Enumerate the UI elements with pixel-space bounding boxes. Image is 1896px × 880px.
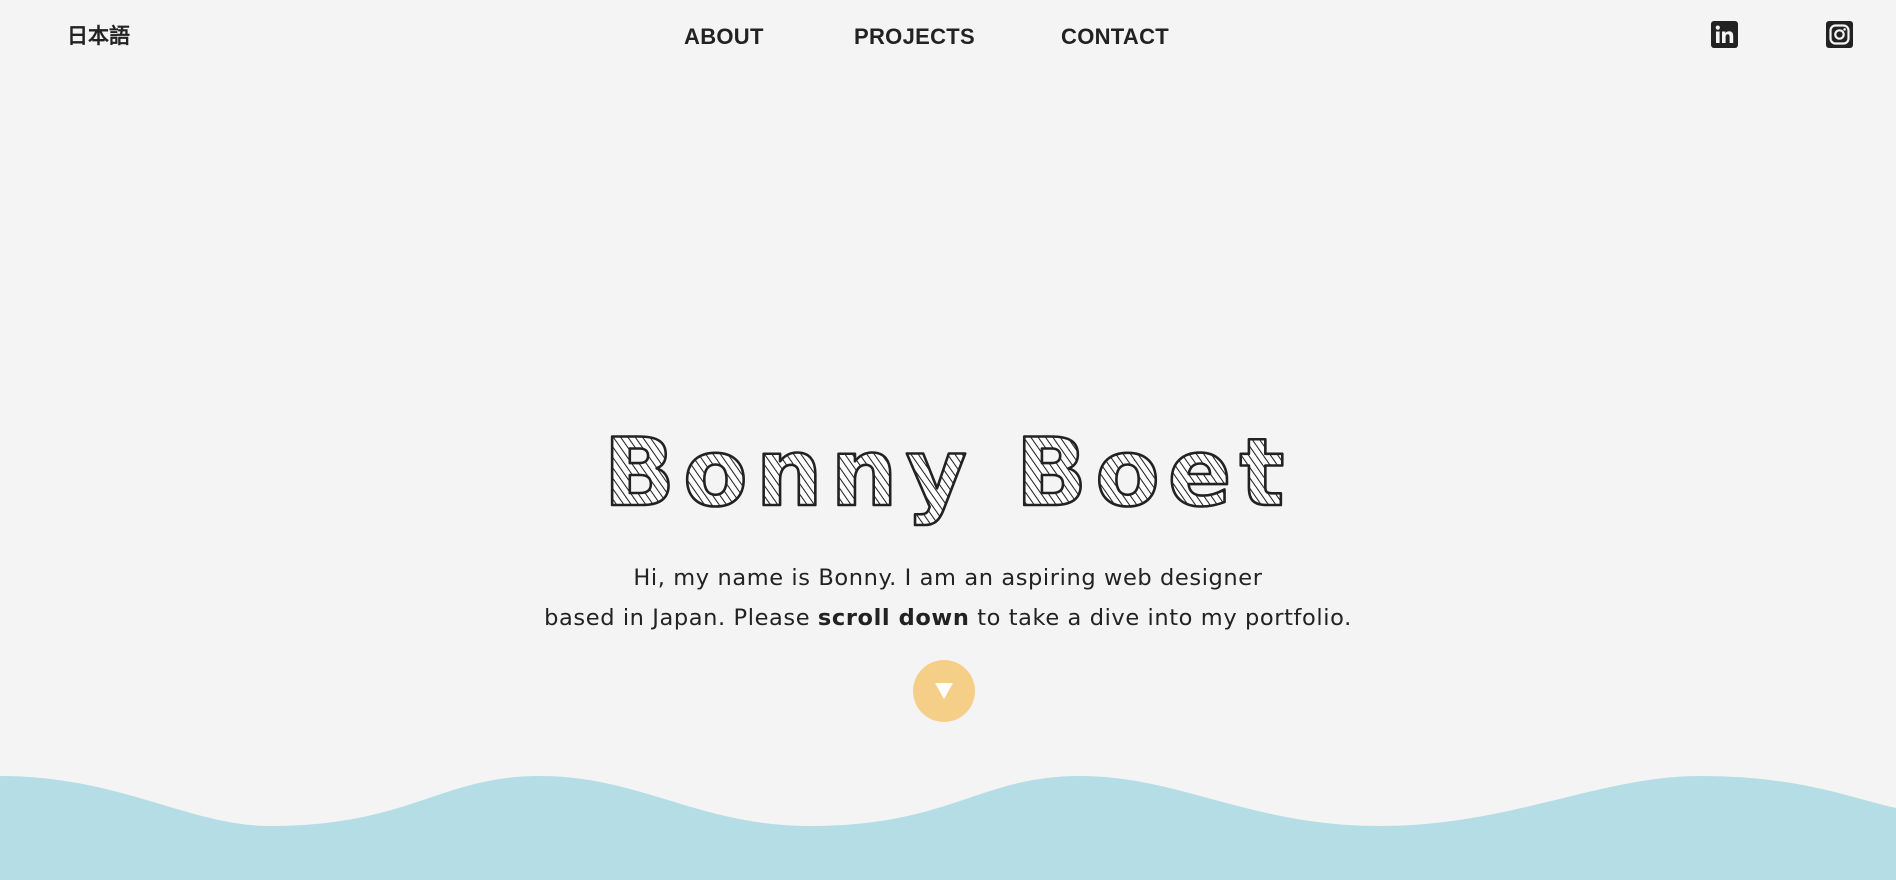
intro-line-2: based in Japan. Please scroll down to ta… <box>348 598 1548 638</box>
hero-name-text: Bonny Boet <box>604 420 1293 528</box>
nav-contact-link[interactable]: CONTACT <box>1061 22 1169 52</box>
nav-about-link[interactable]: ABOUT <box>684 22 764 52</box>
scroll-down-button[interactable] <box>913 660 975 722</box>
wave-decoration <box>0 770 1896 880</box>
hero-name-heading: Bonny Boet <box>0 420 1896 560</box>
intro-text: Hi, my name is Bonny. I am an aspiring w… <box>348 558 1548 638</box>
site-header: 日本語 ABOUT PROJECTS CONTACT <box>0 0 1896 72</box>
scroll-down-emphasis: scroll down <box>817 605 970 631</box>
triangle-down-icon <box>935 683 953 699</box>
intro-line-2-start: based in Japan. Please <box>544 605 818 631</box>
intro-line-2-end: to take a dive into my portfolio. <box>969 605 1352 631</box>
instagram-icon[interactable] <box>1826 21 1853 48</box>
main-nav: ABOUT PROJECTS CONTACT <box>0 22 1896 52</box>
linkedin-icon[interactable] <box>1711 21 1738 48</box>
nav-projects-link[interactable]: PROJECTS <box>854 22 975 52</box>
intro-line-1: Hi, my name is Bonny. I am an aspiring w… <box>633 565 1263 591</box>
